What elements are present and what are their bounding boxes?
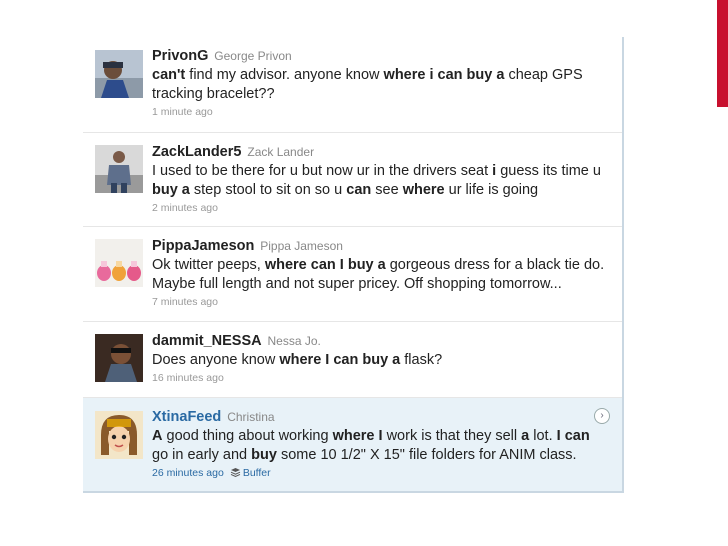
tweet-item[interactable]: PippaJameson Pippa Jameson Ok twitter pe…	[83, 227, 622, 322]
text-segment: Does anyone know	[152, 352, 280, 368]
text-segment: go in early and	[152, 447, 252, 463]
timestamp-link[interactable]: 7 minutes ago	[152, 296, 608, 309]
username-link[interactable]: dammit_NESSA	[152, 333, 262, 349]
real-name: Christina	[227, 410, 275, 424]
search-term: buy a	[152, 182, 190, 198]
text-segment: ur life is going	[444, 182, 539, 198]
search-term: A	[152, 428, 163, 444]
tweet-item[interactable]: PrivonG George Privon can't find my advi…	[83, 37, 622, 133]
text-segment: guess its time u	[496, 163, 601, 179]
real-name: George Privon	[214, 49, 292, 63]
search-term: where	[402, 182, 445, 198]
avatar[interactable]	[95, 145, 143, 193]
search-term: where can I buy a	[264, 257, 386, 273]
text-segment: step stool to sit on so u	[189, 182, 347, 198]
real-name: Pippa Jameson	[260, 239, 343, 253]
real-name: Nessa Jo.	[267, 334, 321, 348]
text-segment: some 10 1/2" X 15" file folders for ANIM…	[276, 447, 577, 463]
text-segment: flask?	[400, 352, 443, 368]
tweet-text: can't find my advisor. anyone know where…	[152, 66, 608, 104]
stack-icon	[230, 467, 241, 482]
timestamp-link[interactable]: 16 minutes ago	[152, 372, 608, 385]
search-term: buy	[251, 447, 277, 463]
tweet-item[interactable]: dammit_NESSA Nessa Jo. Does anyone know …	[83, 322, 622, 398]
tweet-text: I used to be there for u but now ur in t…	[152, 162, 608, 200]
red-accent-bar	[717, 0, 728, 107]
search-term: can't	[152, 67, 186, 83]
tweet-text: Does anyone know where I can buy a flask…	[152, 351, 608, 370]
search-term: where i can buy a	[383, 67, 505, 83]
chevron-right-icon[interactable]: ›	[594, 408, 610, 424]
search-term: I can	[556, 428, 590, 444]
username-link[interactable]: XtinaFeed	[152, 409, 221, 425]
tweet-item-highlighted[interactable]: XtinaFeed Christina A good thing about w…	[83, 398, 622, 493]
text-segment: Ok twitter peeps,	[152, 257, 265, 273]
buffer-button[interactable]: Buffer	[230, 467, 271, 479]
tweet-feed: PrivonG George Privon can't find my advi…	[83, 37, 624, 493]
text-segment: work is that they sell	[382, 428, 522, 444]
text-segment: see	[371, 182, 403, 198]
timestamp-link[interactable]: 1 minute ago	[152, 106, 608, 119]
username-link[interactable]: PrivonG	[152, 48, 208, 64]
search-term: where I can buy a	[279, 352, 401, 368]
text-segment: I used to be there for u but now ur in t…	[152, 163, 493, 179]
search-term: where I	[332, 428, 383, 444]
real-name: Zack Lander	[247, 145, 315, 159]
tweet-item[interactable]: ZackLander5 Zack Lander I used to be the…	[83, 133, 622, 227]
text-segment: good thing about working	[162, 428, 333, 444]
search-term: can	[346, 182, 372, 198]
text-segment: find my advisor. anyone know	[185, 67, 384, 83]
avatar[interactable]	[95, 334, 143, 382]
buffer-label: Buffer	[242, 467, 271, 479]
avatar[interactable]	[95, 411, 143, 459]
timestamp-link[interactable]: 2 minutes ago	[152, 202, 608, 215]
username-link[interactable]: PippaJameson	[152, 238, 254, 254]
timestamp-link[interactable]: 26 minutes ago	[152, 467, 224, 479]
avatar[interactable]	[95, 50, 143, 98]
tweet-text: A good thing about working where I work …	[152, 427, 608, 465]
avatar[interactable]	[95, 239, 143, 287]
username-link[interactable]: ZackLander5	[152, 144, 241, 160]
tweet-text: Ok twitter peeps, where can I buy a gorg…	[152, 256, 608, 294]
text-segment: lot.	[529, 428, 557, 444]
